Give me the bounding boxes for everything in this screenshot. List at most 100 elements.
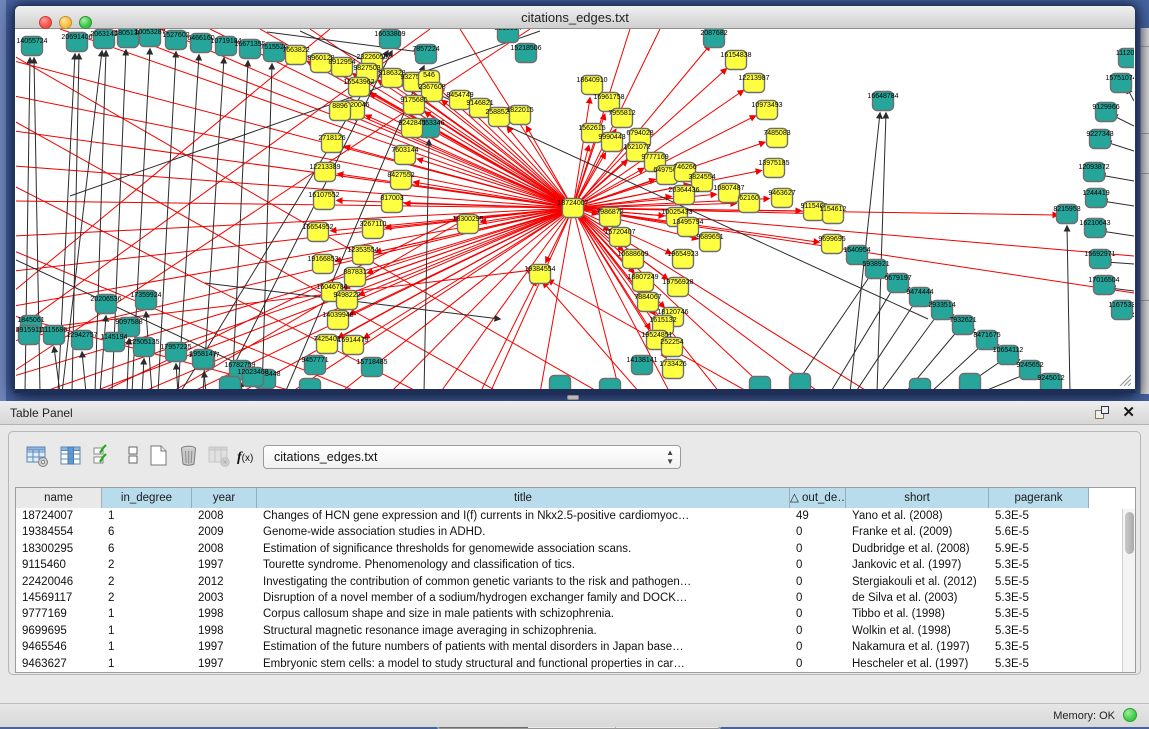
graph-node[interactable]: 20364436	[668, 186, 699, 205]
graph-node[interactable]: 8427552	[387, 171, 414, 190]
graph-edge[interactable]	[82, 352, 86, 389]
graph-node[interactable]: 7603144	[391, 146, 418, 165]
graph-edge[interactable]	[855, 301, 916, 389]
table-cell[interactable]: Dudbridge et al. (2008)	[846, 541, 989, 557]
panel-splitter-handle[interactable]	[567, 395, 579, 400]
graph-node[interactable]: 8813054	[494, 29, 521, 43]
table-cell[interactable]: Stergiakouli et al. (2012)	[846, 574, 989, 590]
graph-node[interactable]: 12942757	[66, 331, 97, 350]
table-cell[interactable]: 1997	[192, 656, 257, 672]
graph-node[interactable]: 62160	[739, 194, 760, 213]
network-canvas[interactable]: 1405572420691406206314118051381005328715…	[16, 29, 1134, 389]
table-cell[interactable]: Tourette syndrome. Phenomenology and cla…	[257, 557, 790, 573]
graph-edge[interactable]	[203, 58, 224, 389]
graph-node[interactable]: 7857224	[412, 45, 439, 64]
graph-node[interactable]: 16648784	[867, 92, 898, 111]
table-cell[interactable]: 2	[102, 574, 192, 590]
table-cell[interactable]: 1998	[192, 606, 257, 622]
table-cell[interactable]: Investigating the contribution of common…	[257, 574, 790, 590]
row-height-icon[interactable]	[122, 444, 146, 470]
column-header-short[interactable]: short	[846, 488, 989, 508]
graph-edge[interactable]	[880, 314, 938, 389]
graph-node[interactable]: 9990443	[598, 133, 625, 152]
new-table-icon[interactable]	[147, 444, 171, 470]
graph-node[interactable]: 16210643	[1079, 219, 1110, 238]
delete-table-icon[interactable]	[177, 444, 201, 470]
table-selector-combobox[interactable]: citations_edges.txt ▲▼	[263, 445, 681, 469]
graph-node[interactable]: 17016504	[1088, 276, 1119, 295]
graph-node[interactable]	[910, 379, 931, 390]
table-cell[interactable]: Genome-wide association studies in ADHD.	[257, 524, 790, 540]
graph-node[interactable]: 12213389	[309, 163, 340, 182]
graph-node[interactable]: 9498222	[333, 291, 360, 310]
window-titlebar[interactable]: citations_edges.txt	[15, 6, 1135, 29]
graph-node[interactable]: 9689651	[696, 233, 723, 252]
graph-node[interactable]: 15751074	[1105, 74, 1134, 93]
graph-node[interactable]: 16914479	[337, 336, 368, 355]
graph-node[interactable]: 2718126	[318, 134, 345, 153]
table-cell[interactable]: Yano et al. (2008)	[846, 508, 989, 524]
graph-node[interactable]: 8215953	[1053, 205, 1080, 224]
graph-node[interactable]: 13975185	[758, 159, 789, 178]
table-cell[interactable]: 5.3E-5	[989, 508, 1089, 524]
graph-node[interactable]: 9175685	[400, 96, 427, 115]
table-cell[interactable]: 0	[790, 524, 846, 540]
graph-node[interactable]: 19654923	[667, 250, 698, 269]
graph-node[interactable]	[600, 379, 621, 390]
graph-node[interactable]: 14138141	[626, 356, 657, 375]
table-row[interactable]: 946554611997Estimation of the future num…	[16, 639, 1135, 655]
graph-node[interactable]: 16033809	[374, 30, 405, 49]
table-cell[interactable]: Estimation of the future numbers of pati…	[257, 639, 790, 655]
table-cell[interactable]: 0	[790, 639, 846, 655]
table-cell[interactable]: Structural magnetic resonance image aver…	[257, 623, 790, 639]
table-cell[interactable]: 2008	[192, 541, 257, 557]
table-cell[interactable]: Changes of HCN gene expression and I(f) …	[257, 508, 790, 524]
table-cell[interactable]: 18300295	[16, 541, 102, 557]
table-cell[interactable]: 5.3E-5	[989, 623, 1089, 639]
graph-node[interactable]: 9699695	[818, 235, 845, 254]
graph-edge[interactable]	[790, 273, 872, 389]
column-header-pagerank[interactable]: pagerank	[989, 488, 1089, 508]
graph-node[interactable]: 16154838	[720, 51, 751, 70]
graph-node[interactable]: 14055724	[16, 37, 47, 56]
graph-node[interactable]: 8896	[330, 102, 351, 121]
table-cell[interactable]: Corpus callosum shape and size in male p…	[257, 606, 790, 622]
table-row[interactable]: 2242004622012Investigating the contribut…	[16, 574, 1135, 590]
scrollbar-thumb[interactable]	[1125, 512, 1134, 554]
table-cell[interactable]: 6	[102, 524, 192, 540]
graph-node[interactable]	[790, 374, 811, 390]
graph-node[interactable]: 15692971	[1084, 250, 1115, 269]
graph-node[interactable]: 9245012	[1037, 374, 1064, 390]
graph-edge[interactable]	[158, 52, 176, 389]
table-cell[interactable]: 2	[102, 557, 192, 573]
table-row[interactable]: 1938455462009Genome-wide association stu…	[16, 524, 1135, 540]
table-cell[interactable]: 19384554	[16, 524, 102, 540]
table-cell[interactable]: 5.5E-5	[989, 574, 1089, 590]
graph-node[interactable]: 17957225	[160, 343, 191, 362]
table-row[interactable]: 946362711997Embryonic stem cells: a mode…	[16, 656, 1135, 672]
graph-node[interactable]: 7663822	[282, 46, 309, 65]
graph-node[interactable]: 1527602	[162, 31, 189, 50]
graph-node[interactable]: 1145194	[101, 333, 128, 352]
table-cell[interactable]: 1	[102, 606, 192, 622]
graph-edge[interactable]	[16, 208, 573, 236]
table-cell[interactable]: 5.3E-5	[989, 557, 1089, 573]
table-cell[interactable]: Jankovic et al. (1997)	[846, 557, 989, 573]
table-row[interactable]: 1872400712008Changes of HCN gene express…	[16, 508, 1135, 524]
graph-node[interactable]: 12353554	[347, 246, 378, 265]
graph-node[interactable]	[960, 374, 981, 390]
graph-node[interactable]: 16543962	[343, 78, 374, 97]
graph-node[interactable]: 1115686	[41, 326, 67, 345]
table-cell[interactable]: 5.3E-5	[989, 656, 1089, 672]
graph-node[interactable]: 14039948	[322, 311, 353, 330]
table-cell[interactable]: 0	[790, 574, 846, 590]
column-header-out_de[interactable]: △ out_de…	[790, 488, 846, 508]
table-cell[interactable]: 2003	[192, 590, 257, 606]
graph-edge[interactable]	[16, 131, 573, 208]
table-scrollbar[interactable]	[1122, 509, 1135, 673]
graph-node[interactable]: 18807249	[627, 273, 658, 292]
table-cell[interactable]: 5.6E-5	[989, 524, 1089, 540]
graph-node[interactable]: 9242845	[398, 119, 425, 138]
table-cell[interactable]: 2012	[192, 574, 257, 590]
graph-node[interactable]: 16107552	[308, 191, 339, 210]
